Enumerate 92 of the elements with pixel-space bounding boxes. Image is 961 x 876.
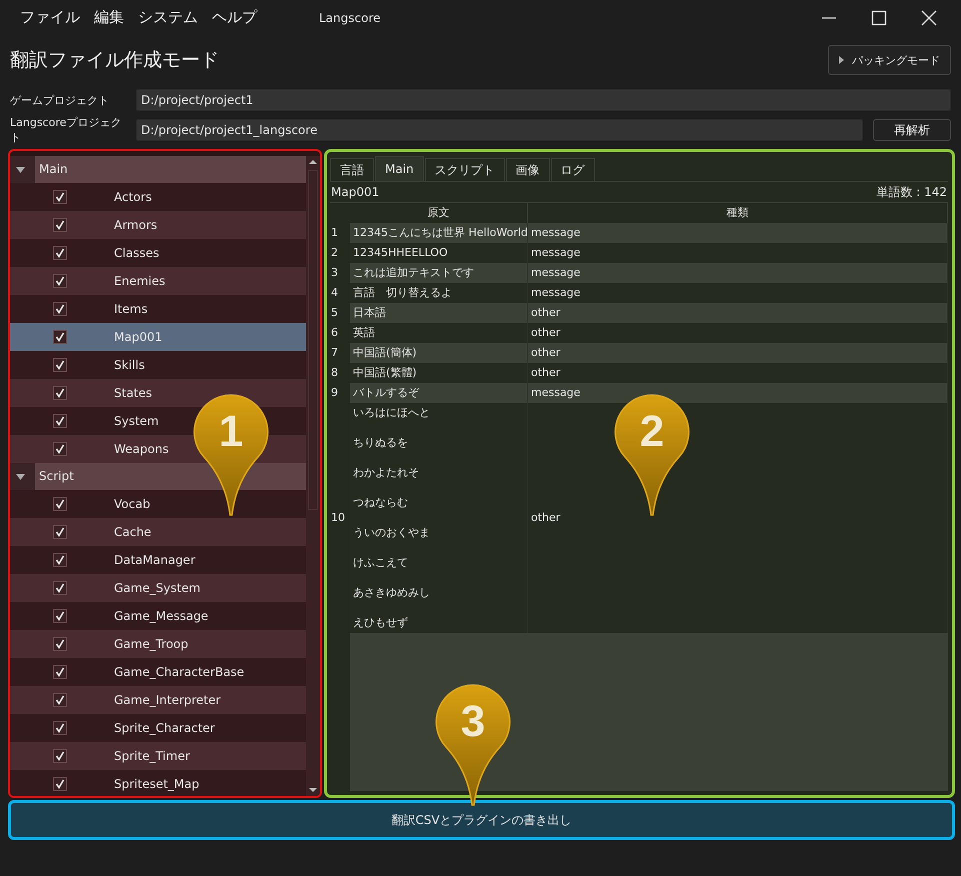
tree-item[interactable]: Game_Message — [10, 602, 306, 630]
field-label: Langscoreプロジェクト — [10, 115, 122, 145]
path-field[interactable]: D:/project/project1_langscore — [136, 119, 863, 141]
table-cell: 日本語 — [350, 303, 528, 323]
checkbox[interactable] — [53, 581, 67, 595]
export-button[interactable]: 翻訳CSVとプラグインの書き出し — [8, 800, 955, 840]
checkbox[interactable] — [53, 386, 67, 400]
text-line: わかよたれそ — [353, 465, 419, 481]
tab[interactable]: 言語 — [330, 158, 374, 181]
text-line: いろはにほへと — [353, 405, 430, 421]
checkbox[interactable] — [53, 330, 67, 344]
window-title: Langscore — [319, 10, 381, 24]
tree-item[interactable]: DataManager — [10, 546, 306, 574]
tree-item[interactable]: Cache — [10, 518, 306, 546]
tree-item[interactable]: Game_Troop — [10, 630, 306, 658]
callout-tooltip: 3 — [434, 683, 512, 807]
tree-item[interactable]: Game_Interpreter — [10, 686, 306, 714]
table-cell: other — [528, 343, 948, 363]
table-cell: 言語 切り替えるよ — [350, 283, 528, 303]
text-line: ちりぬるを — [353, 435, 408, 451]
callout-tooltip: 1 — [192, 393, 270, 517]
checkbox[interactable] — [53, 190, 67, 204]
scrollbar[interactable] — [306, 156, 320, 796]
collapse-icon[interactable] — [16, 166, 25, 172]
map-name: Map001 — [331, 185, 380, 199]
table-cell: 英語 — [350, 323, 528, 343]
tree-item[interactable]: States — [10, 379, 306, 407]
path-field[interactable]: D:/project/project1 — [136, 89, 951, 111]
checkbox[interactable] — [53, 302, 67, 316]
scroll-down-icon[interactable] — [308, 786, 318, 794]
tree-item[interactable]: Skills — [10, 351, 306, 379]
checkbox[interactable] — [53, 246, 67, 260]
checkbox[interactable] — [53, 665, 67, 679]
tree-item[interactable]: Vocab — [10, 490, 306, 518]
packing-mode-button[interactable]: パッキングモード — [828, 45, 951, 75]
text-line: ういのおくやま — [353, 525, 430, 541]
tree-item[interactable]: Actors — [10, 183, 306, 211]
reanalyze-button[interactable]: 再解析 — [873, 119, 951, 141]
table-cell: message — [528, 263, 948, 283]
checkbox[interactable] — [53, 525, 67, 539]
menu-item[interactable]: ファイル — [20, 8, 80, 27]
table-cell: バトルするぞ — [350, 383, 528, 403]
checkbox[interactable] — [53, 553, 67, 567]
tree-item[interactable]: Map001 — [10, 323, 306, 351]
tab[interactable]: Main — [375, 156, 424, 181]
menu-item[interactable]: システム — [138, 8, 198, 27]
tree-item[interactable]: Sprite_Timer — [10, 742, 306, 770]
text-line: あさきゆめみし — [353, 585, 430, 601]
tree-item[interactable]: Game_System — [10, 574, 306, 602]
tree-item[interactable]: Classes — [10, 239, 306, 267]
table-cell: message — [528, 223, 948, 243]
callout-tooltip: 2 — [613, 393, 691, 517]
checkbox[interactable] — [53, 693, 67, 707]
checkbox[interactable] — [53, 497, 67, 511]
word-count: 単語数 : 142 — [876, 184, 947, 200]
checkbox[interactable] — [53, 777, 67, 791]
menu-item[interactable]: ヘルプ — [212, 8, 257, 27]
checkbox[interactable] — [53, 274, 67, 288]
tab[interactable]: スクリプト — [424, 158, 505, 181]
tree-item[interactable]: Sprite_Character — [10, 714, 306, 742]
scroll-up-icon[interactable] — [308, 158, 318, 166]
tree-item[interactable]: Armors — [10, 211, 306, 239]
table-cell: これは追加テキストです — [350, 263, 528, 283]
table-cell: 12345こんにちは世界 HelloWorld — [350, 223, 528, 243]
close-icon[interactable] — [921, 10, 937, 26]
tree-item[interactable]: Game_CharacterBase — [10, 658, 306, 686]
checkbox[interactable] — [53, 749, 67, 763]
checkbox[interactable] — [53, 637, 67, 651]
checkbox[interactable] — [53, 609, 67, 623]
checkbox[interactable] — [53, 358, 67, 372]
table-cell: message — [528, 383, 948, 403]
maximize-icon[interactable] — [871, 10, 887, 26]
field-label: ゲームプロジェクト — [10, 92, 110, 108]
tree-item[interactable]: Spriteset_Map — [10, 770, 306, 796]
tab[interactable]: 画像 — [506, 158, 550, 181]
checkbox[interactable] — [53, 414, 67, 428]
text-line: けふこえて — [353, 555, 408, 571]
table-cell: other — [528, 303, 948, 323]
table-cell: 中国語(簡体) — [350, 343, 528, 363]
mode-title: 翻訳ファイル作成モード — [10, 48, 219, 73]
tree-item[interactable]: Enemies — [10, 267, 306, 295]
checkbox[interactable] — [53, 442, 67, 456]
text-line: つねならむ — [353, 495, 408, 511]
collapse-icon[interactable] — [16, 474, 25, 480]
menu-item[interactable]: 編集 — [94, 8, 124, 27]
tree-item[interactable]: Items — [10, 295, 306, 323]
checkbox[interactable] — [53, 721, 67, 735]
tree-group[interactable]: Main — [35, 156, 306, 183]
tab[interactable]: ログ — [550, 158, 595, 181]
triangle-icon — [839, 56, 844, 64]
checkbox[interactable] — [53, 218, 67, 232]
text-line: えひもせず — [353, 615, 408, 631]
